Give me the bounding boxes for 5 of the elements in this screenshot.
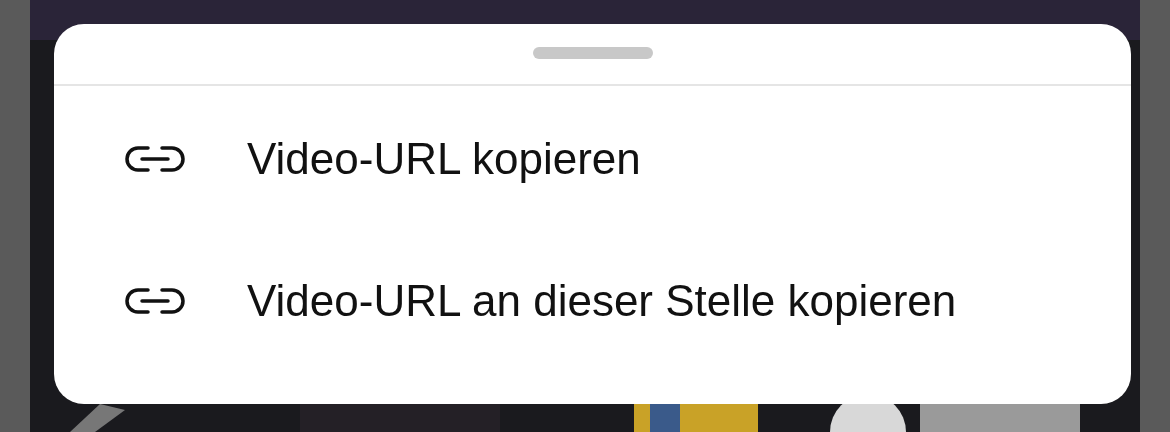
drag-handle[interactable] [532,47,653,59]
link-icon [124,287,186,315]
menu-item[interactable]: Video-URL kopieren [54,88,1131,230]
link-icon [124,145,186,173]
menu-item[interactable]: Video-URL an dieser Stelle kopieren [54,230,1131,372]
